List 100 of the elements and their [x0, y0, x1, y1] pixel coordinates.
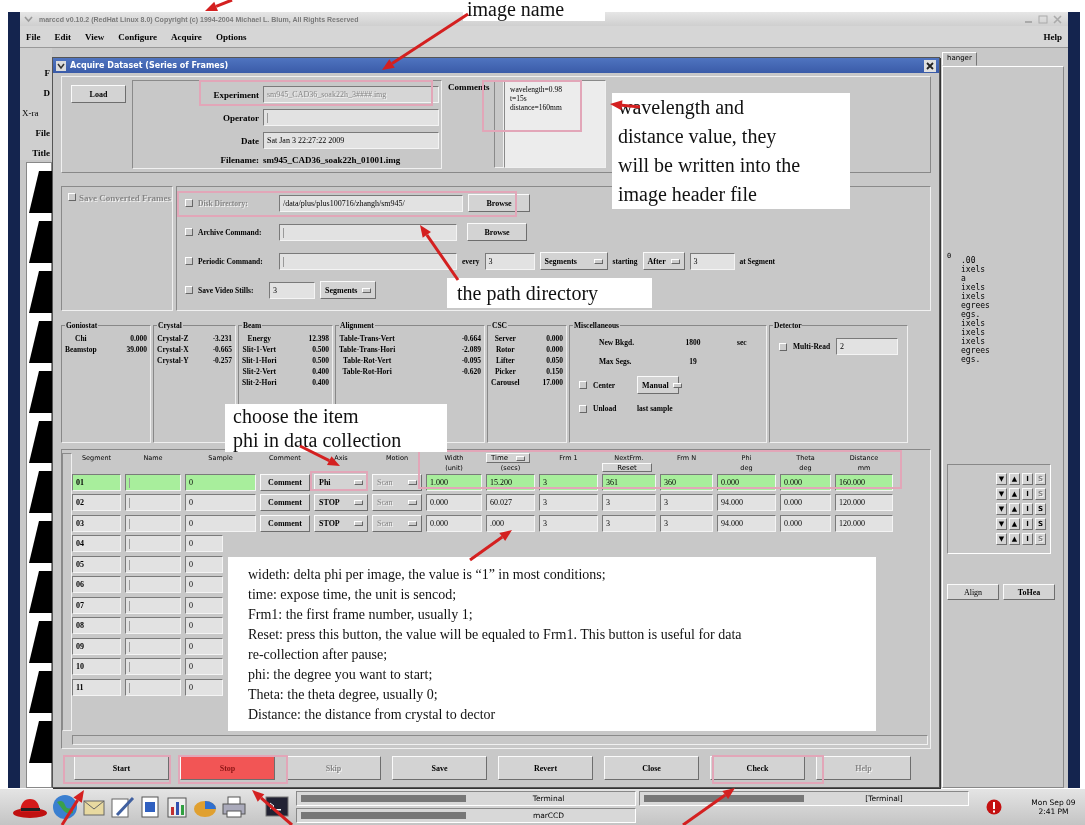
load-button[interactable]: Load: [71, 85, 126, 103]
panel-button[interactable]: ToHea: [1003, 584, 1055, 600]
input-field[interactable]: 0.000: [780, 514, 831, 532]
menu-item[interactable]: Configure: [118, 31, 158, 42]
input-field[interactable]: 0: [185, 637, 223, 655]
readout-text: ixels: [961, 319, 987, 328]
input-field[interactable]: [125, 514, 181, 532]
printer-icon[interactable]: [221, 795, 247, 819]
input-field[interactable]: [125, 637, 181, 655]
input-field[interactable]: [125, 473, 181, 491]
action-button[interactable]: Revert: [498, 756, 593, 780]
input-field[interactable]: 120.000: [835, 494, 893, 512]
checkbox[interactable]: [185, 228, 193, 236]
input-field[interactable]: 0: [185, 514, 256, 532]
comment-button[interactable]: Comment: [260, 514, 310, 532]
input-field[interactable]: 3: [484, 252, 535, 270]
scrollbar[interactable]: [494, 80, 504, 168]
document-icon[interactable]: [138, 795, 162, 819]
checkbox[interactable]: [579, 404, 587, 413]
alert-icon[interactable]: [986, 799, 1002, 815]
table-cell: 08: [72, 617, 121, 635]
input-field[interactable]: 0: [185, 535, 223, 553]
input-field[interactable]: [125, 617, 181, 635]
panel-button[interactable]: Align: [947, 584, 999, 600]
input-field[interactable]: 3: [602, 514, 656, 532]
input-field[interactable]: [125, 596, 181, 614]
input-field[interactable]: 0.000: [426, 514, 482, 532]
input-field[interactable]: 0: [185, 555, 223, 573]
checkbox[interactable]: [185, 286, 193, 294]
input-field[interactable]: 0.000: [780, 494, 831, 512]
scrollbar[interactable]: [72, 735, 928, 745]
input-field[interactable]: [125, 576, 181, 594]
dropdown[interactable]: Manual: [637, 376, 679, 394]
input-field[interactable]: 0: [185, 617, 223, 635]
input-field[interactable]: 0: [185, 658, 223, 676]
chart-icon[interactable]: [165, 795, 189, 819]
browse-button[interactable]: Browse: [467, 223, 527, 241]
input-field[interactable]: [279, 252, 457, 270]
input-field[interactable]: 0: [185, 678, 223, 696]
input-field[interactable]: [125, 658, 181, 676]
menu-icon[interactable]: [56, 60, 66, 71]
input-field[interactable]: [125, 555, 181, 573]
scrollbar[interactable]: [62, 453, 72, 731]
input-field[interactable]: [125, 678, 181, 696]
action-button[interactable]: Start: [74, 756, 169, 780]
menu-item[interactable]: Help: [1043, 31, 1062, 42]
menu-item[interactable]: File: [26, 31, 41, 42]
checkbox[interactable]: [185, 257, 193, 265]
readout-text: ixels: [961, 292, 987, 301]
indicator-icon: [408, 479, 417, 485]
close-icon[interactable]: [924, 59, 936, 72]
input-field[interactable]: 0: [185, 494, 256, 512]
action-button[interactable]: Check: [710, 756, 805, 780]
input-field[interactable]: 120.000: [835, 514, 893, 532]
menu-item[interactable]: Acquire: [171, 31, 202, 42]
input-field[interactable]: 3: [602, 494, 656, 512]
dropdown[interactable]: STOP: [314, 514, 368, 532]
input-field[interactable]: 2: [836, 338, 899, 355]
comment-button[interactable]: Comment: [260, 494, 310, 512]
action-button[interactable]: Save: [392, 756, 487, 780]
input-field[interactable]: 3: [689, 252, 735, 270]
input-field[interactable]: 0: [185, 596, 223, 614]
highlight-frame: [310, 471, 368, 491]
readout-text: ixels: [961, 265, 987, 274]
field-label: Comments: [448, 81, 491, 94]
input-field[interactable]: 0: [185, 473, 256, 491]
dropdown[interactable]: After: [642, 252, 685, 270]
readout-text: ixels: [961, 328, 987, 337]
input-field[interactable]: 3: [539, 494, 598, 512]
dropdown[interactable]: Segments: [539, 252, 608, 270]
checkbox[interactable]: [779, 342, 787, 351]
input-field[interactable]: 94.000: [717, 514, 776, 532]
indicator-icon: [672, 382, 682, 388]
input-field[interactable]: 3: [539, 514, 598, 532]
dropdown[interactable]: STOP: [314, 494, 368, 512]
input-field[interactable]: [125, 535, 181, 553]
input-field[interactable]: 3: [269, 281, 315, 299]
input-field[interactable]: .000: [486, 514, 535, 532]
menu-item[interactable]: Edit: [54, 31, 71, 42]
input-field[interactable]: [279, 223, 457, 241]
input-field[interactable]: 0: [185, 576, 223, 594]
pencil-icon[interactable]: [109, 795, 135, 819]
menu-item[interactable]: Options: [215, 31, 247, 42]
globe-icon[interactable]: [51, 794, 79, 820]
input-field[interactable]: [125, 494, 181, 512]
arrow: [252, 790, 293, 825]
arrow: [60, 790, 84, 825]
input-field[interactable]: 94.000: [717, 494, 776, 512]
comment-button[interactable]: Comment: [260, 473, 310, 491]
input-field[interactable]: 60.027: [486, 494, 535, 512]
checkbox[interactable]: [579, 381, 587, 389]
menu-item[interactable]: View: [85, 31, 105, 42]
input-field[interactable]: 0.000: [426, 494, 482, 512]
input-field[interactable]: [263, 109, 439, 126]
label: File: [35, 128, 50, 138]
input-field[interactable]: Sat Jan 3 22:27:22 2009: [263, 132, 439, 149]
input-field[interactable]: 3: [660, 494, 713, 512]
dropdown[interactable]: Segments: [320, 281, 376, 299]
input-field[interactable]: 3: [660, 514, 713, 532]
action-button[interactable]: Close: [604, 756, 699, 780]
